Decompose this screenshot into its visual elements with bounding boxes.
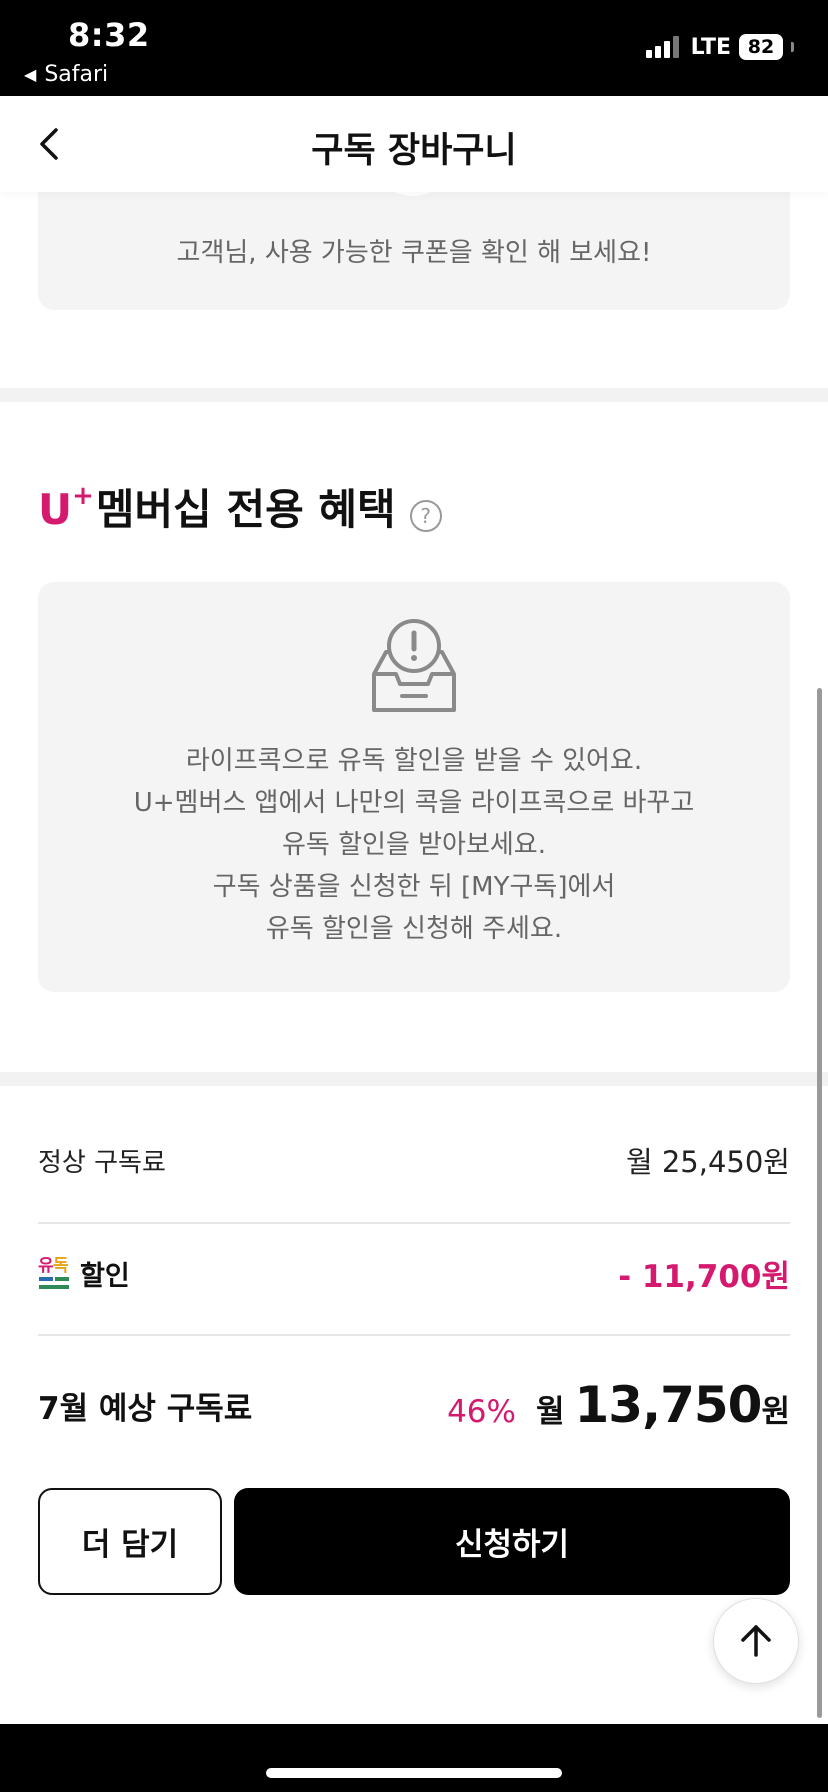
membership-title-text: 멤버십 전용 혜택 [95, 485, 396, 534]
total-price-unit: 원 [761, 1394, 790, 1430]
notice-line: 구독 상품을 신청한 뒤 [MY구독]에서 [212, 872, 616, 902]
total-price-row: 7월 예상 구독료 46% 월 13,750 원 [38, 1370, 790, 1440]
row-divider [38, 1222, 790, 1224]
svg-text:유: 유 [38, 1256, 54, 1276]
network-type: LTE [690, 34, 731, 60]
app-screen: 8:32 ◀ Safari LTE 82 고객님, 사용 가능한 쿠폰을 확인 … [0, 0, 828, 1792]
scroll-to-top-button[interactable] [713, 1598, 799, 1684]
notice-line: 유독 할인을 신청해 주세요. [265, 914, 563, 944]
discount-rate: 46% [447, 1394, 516, 1430]
notice-line: U+멤버스 앱에서 나만의 콕을 라이프콕으로 바꾸고 [133, 788, 695, 818]
help-icon[interactable]: ? [409, 500, 442, 532]
back-triangle-icon: ◀ [24, 65, 37, 84]
total-price-group: 46% 월 13,750 원 [447, 1376, 790, 1434]
signal-strength-icon [645, 36, 679, 58]
discount-row: 유 독 유독 할인 - 11,700원 [38, 1248, 790, 1298]
regular-price-row: 정상 구독료 월 25,450원 [38, 1136, 790, 1184]
total-price-label: 7월 예상 구독료 [38, 1390, 253, 1427]
membership-notice-box: 라이프콕으로 유독 할인을 받을 수 있어요. U+멤버스 앱에서 나만의 콕을… [38, 582, 790, 992]
status-indicators: LTE 82 [645, 34, 794, 60]
brand-u-mark: U [38, 485, 73, 534]
arrow-up-icon [741, 1625, 771, 1657]
svg-text:독: 독 [53, 1256, 69, 1276]
status-time: 8:32 [68, 16, 150, 54]
page-title: 구독 장바구니 [311, 131, 517, 171]
coupon-message: 고객님, 사용 가능한 쿠폰을 확인 해 보세요! [176, 238, 652, 268]
regular-price-value: 월 25,450원 [625, 1145, 790, 1179]
discount-value: - 11,700원 [618, 1258, 790, 1295]
regular-price-label: 정상 구독료 [38, 1147, 166, 1178]
discount-label-group: 유 독 유독 할인 [38, 1253, 130, 1293]
add-more-button[interactable]: 더 담기 [38, 1488, 222, 1595]
section-divider [0, 388, 828, 402]
total-price-amount: 13,750 [574, 1376, 763, 1434]
back-app-label: Safari [44, 62, 109, 87]
membership-section-title: U + 멤버십 전용 혜택 ? [38, 482, 442, 538]
back-to-app-link[interactable]: ◀ Safari [24, 62, 108, 87]
inbox-alert-icon [372, 619, 456, 712]
notice-line: 유독 할인을 받아보세요. [282, 830, 546, 860]
home-indicator[interactable] [266, 1768, 562, 1778]
discount-label: 할인 [80, 1260, 130, 1292]
apply-button[interactable]: 신청하기 [234, 1488, 790, 1595]
brand-plus-mark: + [72, 481, 94, 511]
app-header: 구독 장바구니 [0, 96, 828, 192]
row-divider [38, 1334, 790, 1336]
battery-icon: 82 [739, 34, 783, 60]
yudok-logo-icon: 유 독 [38, 1256, 69, 1289]
status-bar: 8:32 ◀ Safari LTE 82 [0, 0, 828, 96]
notice-text: 라이프콕으로 유독 할인을 받을 수 있어요. U+멤버스 앱에서 나만의 콕을… [38, 740, 790, 950]
bottom-bar [0, 1724, 828, 1792]
battery-tip [791, 42, 794, 52]
notice-line: 라이프콕으로 유독 할인을 받을 수 있어요. [185, 746, 643, 776]
section-divider [0, 1072, 828, 1086]
total-price-prefix: 월 [535, 1394, 565, 1430]
scrollbar[interactable] [817, 688, 822, 1718]
